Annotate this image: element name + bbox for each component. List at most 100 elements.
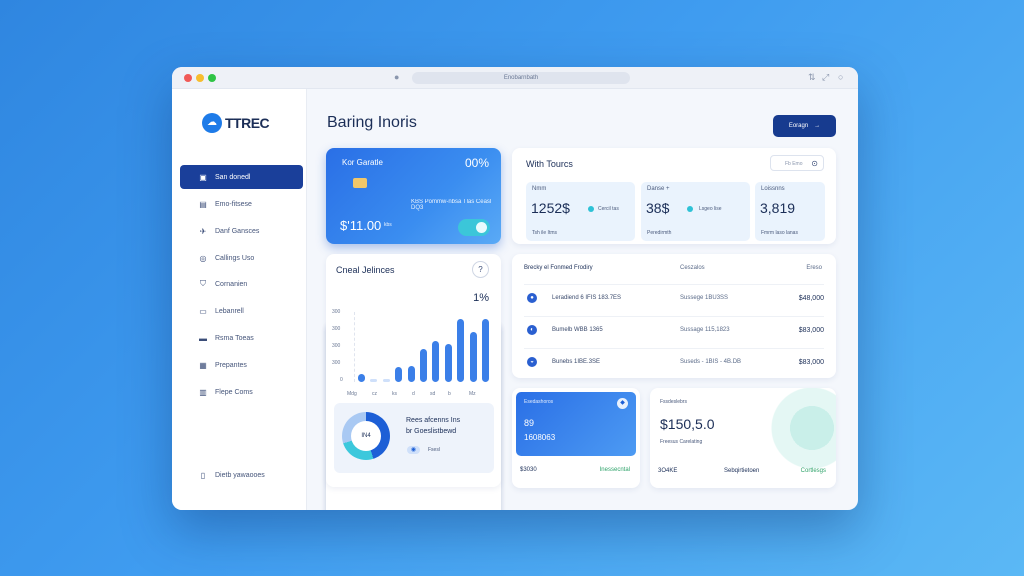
chart-bar xyxy=(469,331,477,382)
stat-foot: Peredirmth xyxy=(647,230,672,236)
balance-sub: Freesus Carelating xyxy=(660,439,703,445)
transaction-date: Sussage 115,1823 xyxy=(680,327,730,333)
balance-summary-card[interactable]: Fssdeslebrs $150,5.0 Freesus Carelating … xyxy=(650,388,836,488)
chart-icon: ▥ xyxy=(199,387,207,397)
close-window-button[interactable] xyxy=(184,74,192,82)
sidebar-item-4[interactable]: ⛉ Cornanien xyxy=(180,272,303,296)
tours-search-placeholder: Fb Emo xyxy=(785,161,803,167)
transaction-name: Bunebs 1IBE.3SE xyxy=(552,359,601,365)
sidebar-item-1[interactable]: ▤ Emo-fitsese xyxy=(180,192,303,216)
title-bar: ● Enobarnbath ⇅ ⤢ ○ xyxy=(172,67,858,89)
transaction-date: Suseds - 1BIS - 4B.DB xyxy=(680,359,742,365)
card-toggle[interactable] xyxy=(458,219,490,236)
minimize-window-button[interactable] xyxy=(196,74,204,82)
chart-bar xyxy=(482,319,490,382)
stat-value: 38$ xyxy=(646,200,670,216)
stat-extra: Lsgeo lise xyxy=(699,206,722,212)
balance-amount: $150,5.0 xyxy=(660,416,715,432)
stat-extra: Cercil tas xyxy=(598,206,619,212)
x-tick-label: Mz xyxy=(469,391,476,397)
chart-bar xyxy=(444,344,452,382)
sidebar-item-7[interactable]: ▦ Prepantes xyxy=(180,353,303,377)
blue-mini-banner: Esedashoros ◆ 89 1608063 xyxy=(516,392,636,456)
promo-link[interactable]: Fsesl xyxy=(428,447,440,453)
stat-box-0[interactable]: Nmm 1252$ Cercil tas Tsh ile Itms xyxy=(526,182,635,241)
sidebar-item-3[interactable]: ◎ Callings Uso xyxy=(180,246,303,270)
x-tick-label: b xyxy=(448,391,451,397)
table-row[interactable]: ● Leradiend 6 IFIS 183.7ES Sussege 1BU3S… xyxy=(524,284,824,314)
transaction-amount: $83,000 xyxy=(798,327,824,334)
main-content: Baring Inoris Eoragn → Kor Garatle 00% K… xyxy=(307,89,858,510)
y-tick-label: 300 xyxy=(332,343,341,349)
card-amount: $'11.00 xyxy=(340,218,382,233)
promo-line1: Rees afcenns Ins xyxy=(406,417,461,424)
sidebar-item-2[interactable]: ✈ Danf Gansces xyxy=(180,219,303,243)
stat-value: 3,819 xyxy=(760,200,796,216)
sidebar-item-6[interactable]: ▬ Rsma Toeas xyxy=(180,326,303,350)
chart-bar xyxy=(457,319,465,382)
credit-title: Cneal Jelinces xyxy=(336,265,395,275)
blue-mini-label: Esedashoros xyxy=(524,399,554,405)
card-label: Kor Garatle xyxy=(342,158,383,167)
chip-icon xyxy=(353,178,367,188)
blue-mini-line2: 1608063 xyxy=(524,433,556,442)
blue-mini-foot-right: Inessecntal xyxy=(599,467,630,473)
promo-box[interactable]: IN4 Rees afcenns Ins br Goeslistbewd ◉ F… xyxy=(334,403,494,473)
logo-text: TTREC xyxy=(225,115,270,131)
sidebar-item-5[interactable]: ▭ Lebanrell xyxy=(180,299,303,323)
split-icon[interactable]: ⇅ xyxy=(808,72,816,83)
header-action-button[interactable]: Eoragn → xyxy=(773,115,836,137)
stat-box-1[interactable]: Danse + 38$ Lsgeo lise Peredirmth xyxy=(641,182,750,241)
transactions-col-amount: Ereso xyxy=(806,265,822,271)
chart-bar xyxy=(395,366,403,382)
stat-value: 1252$ xyxy=(531,200,570,216)
help-icon[interactable]: ? xyxy=(472,261,489,278)
y-tick-label: 300 xyxy=(332,309,341,315)
credit-card-panel: Cneal Jelinces ? 1% 300 300 300 300 0 Md… xyxy=(326,254,501,487)
header-action-label: Eoragn xyxy=(788,123,809,129)
stat-label: Nmm xyxy=(532,186,547,192)
info-icon[interactable]: ◆ xyxy=(617,398,628,409)
x-tick-label: cz xyxy=(372,391,377,397)
sidebar-item-label: Lebanrell xyxy=(215,307,244,315)
logo[interactable]: ☁ TTREC xyxy=(202,113,270,133)
blue-mini-card[interactable]: Esedashoros ◆ 89 1608063 $3030 Inessecnt… xyxy=(512,388,640,488)
donut-chart: IN4 xyxy=(342,412,390,460)
blue-mini-foot-left: $3030 xyxy=(520,467,537,473)
table-row[interactable]: ◐ Bumelb WBB 1365 Sussage 115,1823 $83,0… xyxy=(524,316,824,346)
balance-card[interactable]: Kor Garatle 00% KBS Pommw-nbsa Tlas Ceas… xyxy=(326,148,501,244)
eye-icon: ◉ xyxy=(407,446,420,454)
chart-bar xyxy=(420,349,427,382)
tours-search-input[interactable]: Fb Emo ⊙ xyxy=(770,155,824,171)
chart-bar xyxy=(370,379,378,382)
sidebar-item-0[interactable]: ▣ San donedl xyxy=(180,165,303,189)
y-tick-label: 0 xyxy=(340,377,343,383)
wallet-icon: ▣ xyxy=(199,172,207,182)
status-dot-icon xyxy=(588,206,594,212)
url-bar[interactable]: Enobarnbath xyxy=(412,72,630,84)
sidebar: ☁ TTREC ▣ San donedl ▤ Emo-fitsese ✈ Dan… xyxy=(172,89,307,510)
y-tick-label: 300 xyxy=(332,326,341,332)
maximize-window-button[interactable] xyxy=(208,74,216,82)
chart-bar xyxy=(407,365,415,382)
plane-icon: ✈ xyxy=(199,226,207,236)
table-row[interactable]: ◒ Bunebs 1IBE.3SE Suseds - 1BIS - 4B.DB … xyxy=(524,348,824,378)
stat-box-2[interactable]: Loissnns 3,819 Fmrm laso lanas xyxy=(755,182,825,241)
card-percent: 00% xyxy=(464,156,489,170)
logout-icon: ▯ xyxy=(200,470,206,480)
transaction-date: Sussege 1BU3SS xyxy=(680,295,729,301)
stat-foot: Tsh ile Itms xyxy=(532,230,558,236)
sidebar-item-label: Callings Uso xyxy=(215,254,255,262)
app-window: ● Enobarnbath ⇅ ⤢ ○ ☁ TTREC ▣ San donedl… xyxy=(172,67,858,510)
expand-icon[interactable]: ⤢ xyxy=(822,72,829,83)
shield-icon: ⛉ xyxy=(200,279,206,288)
circle-icon[interactable]: ○ xyxy=(838,72,843,82)
sidebar-item-label: Danf Gansces xyxy=(215,227,260,235)
sidebar-item-label: Rsma Toeas xyxy=(215,334,254,342)
sidebar-item-label: Emo-fitsese xyxy=(215,200,252,208)
sidebar-footer[interactable]: ▯ Dietb yawaooes xyxy=(180,463,303,487)
chart-bar xyxy=(357,373,365,382)
sidebar-item-8[interactable]: ▥ Flepe Coms xyxy=(180,380,303,404)
x-tick-label: Mdg xyxy=(347,391,357,397)
sidebar-item-label: Prepantes xyxy=(215,361,247,369)
